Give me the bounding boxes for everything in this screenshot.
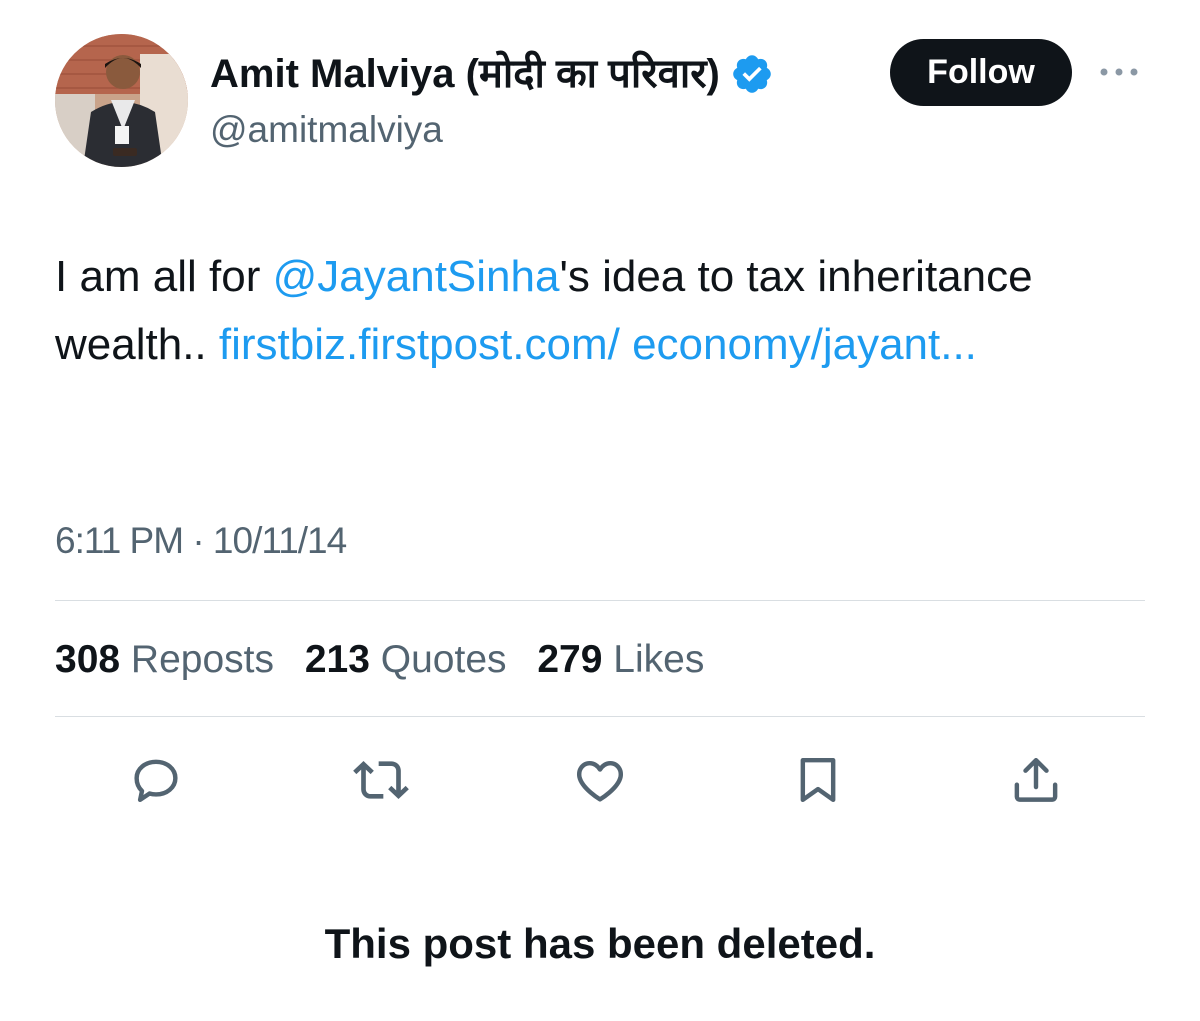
share-icon[interactable] (1008, 752, 1064, 808)
divider (55, 716, 1145, 717)
profile-photo (55, 34, 188, 167)
reposts-count: 308 (55, 638, 121, 681)
author-display-name[interactable]: Amit Malviya (मोदी का परिवार) (210, 50, 774, 98)
avatar[interactable] (55, 34, 188, 167)
likes-label: Likes (613, 638, 705, 681)
author-name-text: Amit Malviya (मोदी का परिवार) (210, 52, 720, 96)
repost-icon[interactable] (353, 752, 409, 808)
post-timestamp[interactable]: 6:11 PM · 10/11/14 (55, 518, 347, 564)
follow-button[interactable]: Follow (890, 39, 1072, 106)
quotes-stat[interactable]: 213 Quotes (305, 638, 507, 681)
more-horizontal-icon[interactable] (1098, 62, 1140, 82)
external-link[interactable]: firstbiz.firstpost.com/ economy/jayant..… (219, 320, 977, 369)
tweet-text-part: I am all for (55, 252, 273, 301)
mention-link[interactable]: @JayantSinha (273, 252, 560, 301)
bookmark-icon[interactable] (790, 752, 846, 808)
reposts-stat[interactable]: 308 Reposts (55, 638, 274, 681)
divider (55, 600, 1145, 601)
quotes-label: Quotes (380, 638, 507, 681)
reply-icon[interactable] (128, 752, 184, 808)
likes-stat[interactable]: 279 Likes (537, 638, 704, 681)
deleted-notice: This post has been deleted. (324, 920, 876, 967)
verified-badge-icon (730, 52, 774, 96)
tweet-text: I am all for @JayantSinha's idea to tax … (55, 243, 1155, 379)
engagement-stats: 308 Reposts 213 Quotes 279 Likes (55, 636, 724, 684)
like-icon[interactable] (572, 752, 628, 808)
reposts-label: Reposts (130, 638, 274, 681)
likes-count: 279 (537, 638, 603, 681)
author-handle[interactable]: @amitmalviya (210, 108, 443, 152)
quotes-count: 213 (304, 638, 370, 681)
